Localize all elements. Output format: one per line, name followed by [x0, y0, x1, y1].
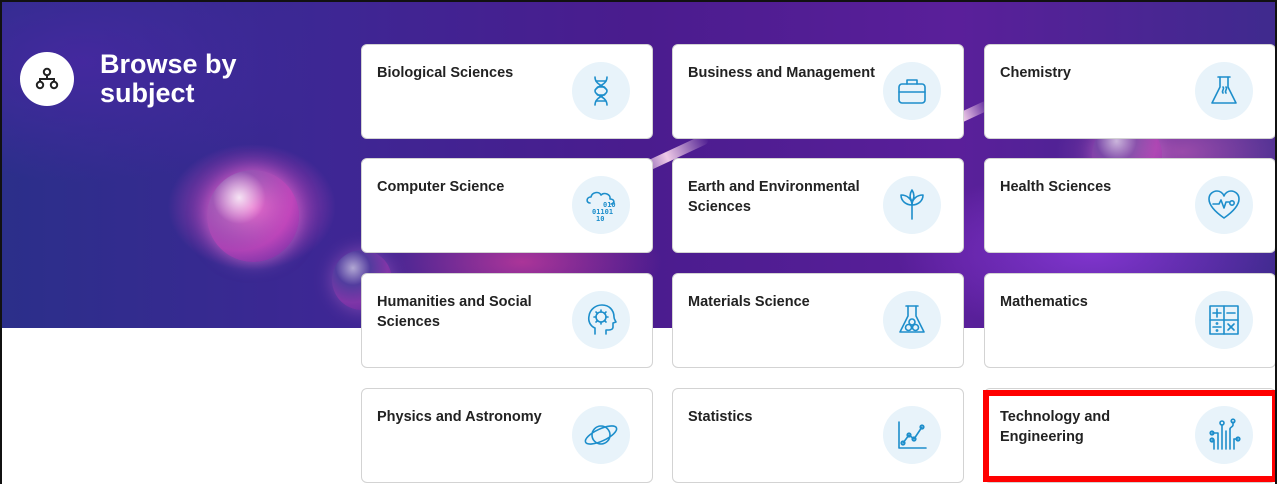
subject-label: Humanities and Social Sciences	[377, 294, 532, 330]
cloud-binary-icon: 010 01101 10	[572, 176, 630, 234]
head-gear-icon	[572, 291, 630, 349]
subject-label: Mathematics	[1000, 294, 1088, 310]
heartbeat-icon	[1195, 176, 1253, 234]
leaf-icon	[883, 176, 941, 234]
subject-card-materials-science[interactable]: Materials Science	[672, 273, 964, 368]
briefcase-icon	[883, 62, 941, 120]
subject-card-mathematics[interactable]: Mathematics	[984, 273, 1275, 368]
page-title: Browse by subject	[100, 49, 237, 108]
network-icon	[20, 52, 74, 106]
subject-label: Health Sciences	[1000, 179, 1112, 195]
subject-label: Physics and Astronomy	[377, 409, 542, 425]
subject-card-physics-and-astronomy[interactable]: Physics and Astronomy	[361, 388, 653, 483]
subject-card-biological-sciences[interactable]: Biological Sciences	[361, 44, 653, 139]
decorative-bubble	[207, 170, 299, 262]
subject-card-chemistry[interactable]: Chemistry	[984, 44, 1275, 139]
subject-card-computer-science[interactable]: Computer Science 010 01101 10	[361, 158, 653, 253]
subject-label: Technology and Engineering	[1000, 409, 1111, 445]
subject-card-earth-and-environmental-sciences[interactable]: Earth and Environmental Sciences	[672, 158, 964, 253]
dna-icon	[572, 62, 630, 120]
subject-label: Statistics	[688, 409, 753, 425]
subject-card-business-and-management[interactable]: Business and Management	[672, 44, 964, 139]
subject-label: Earth and Environmental Sciences	[688, 179, 860, 215]
binary-text: 10	[596, 215, 604, 223]
subject-label: Chemistry	[1000, 65, 1071, 81]
planet-icon	[572, 406, 630, 464]
calculator-icon	[1195, 291, 1253, 349]
subject-card-health-sciences[interactable]: Health Sciences	[984, 158, 1275, 253]
subject-card-statistics[interactable]: Statistics	[672, 388, 964, 483]
subject-card-humanities-and-social-sciences[interactable]: Humanities and Social Sciences	[361, 273, 653, 368]
subject-label: Biological Sciences	[377, 65, 514, 81]
flask-icon	[1195, 62, 1253, 120]
circuit-icon	[1195, 406, 1253, 464]
subject-card-technology-and-engineering[interactable]: Technology and Engineering	[984, 388, 1275, 483]
line-chart-icon	[883, 406, 941, 464]
browse-header: Browse by subject	[20, 49, 270, 108]
subject-label: Computer Science	[377, 179, 505, 195]
subject-label: Business and Management	[688, 65, 875, 81]
subject-label: Materials Science	[688, 294, 810, 310]
beaker-icon	[883, 291, 941, 349]
page-frame: Browse by subject Biological Sciences Bu…	[0, 0, 1277, 484]
